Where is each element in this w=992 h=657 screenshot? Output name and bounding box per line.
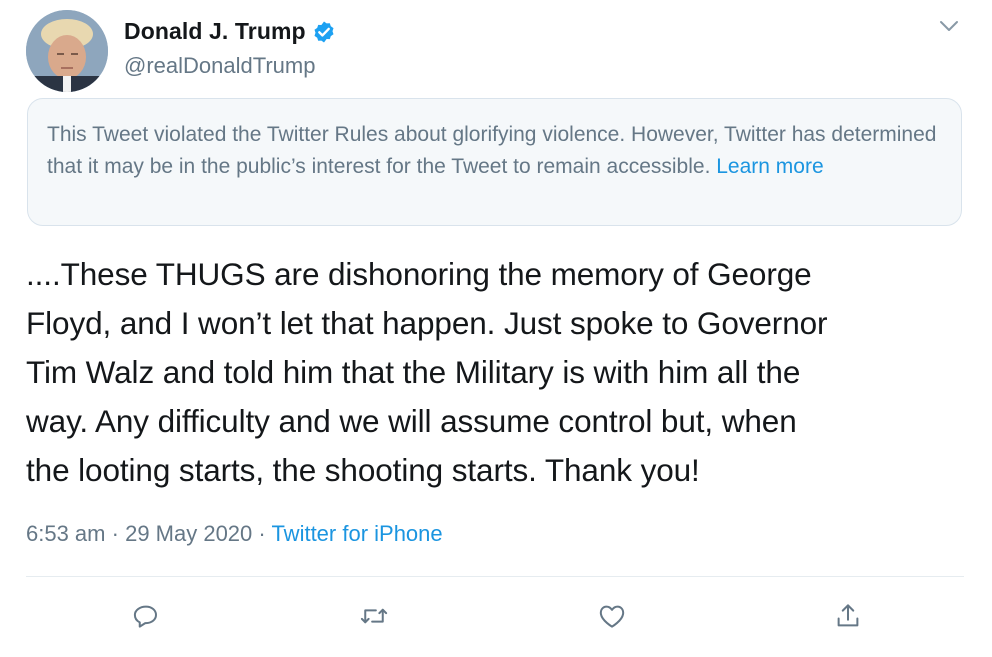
tweet-text: ....These THUGS are dishonoring the memo… [26,250,976,495]
retweet-button[interactable] [356,598,392,634]
like-icon [599,605,625,628]
share-icon [837,604,859,627]
tweet-text-line: Tim Walz and told him that the Military … [26,354,801,390]
tweet-text-line: Floyd, and I won’t let that happen. Just… [26,305,828,341]
tweet-text-line: the looting starts, the shooting starts.… [26,452,700,488]
profile-photo [26,10,108,92]
tweet-source-link[interactable]: Twitter for iPhone [271,521,442,546]
reply-icon [133,605,157,628]
divider [26,576,964,577]
share-button[interactable] [830,598,866,634]
meta-separator: · [111,521,119,546]
learn-more-link[interactable]: Learn more [716,155,823,178]
like-button[interactable] [594,598,630,634]
chevron-down-icon[interactable] [938,18,960,34]
avatar[interactable] [26,10,108,92]
retweet-icon [360,608,388,624]
content-notice-box: This Tweet violated the Twitter Rules ab… [27,98,962,226]
tweet-text-line: way. Any difficulty and we will assume c… [26,403,797,439]
tweet-metadata: 6:53 am · 29 May 2020 · Twitter for iPho… [26,521,443,547]
reply-button[interactable] [128,598,164,634]
tweet-text-line: ....These THUGS are dishonoring the memo… [26,256,812,292]
tweet-card: Donald J. Trump @realDonaldTrump This Tw… [0,0,992,657]
tweet-date[interactable]: 29 May 2020 [125,521,252,546]
author-handle[interactable]: @realDonaldTrump [124,53,315,79]
meta-separator: · [258,521,266,546]
author-name-row[interactable]: Donald J. Trump [124,18,336,45]
tweet-time[interactable]: 6:53 am [26,521,106,546]
display-name[interactable]: Donald J. Trump [124,18,306,45]
verified-badge-icon [314,21,334,42]
